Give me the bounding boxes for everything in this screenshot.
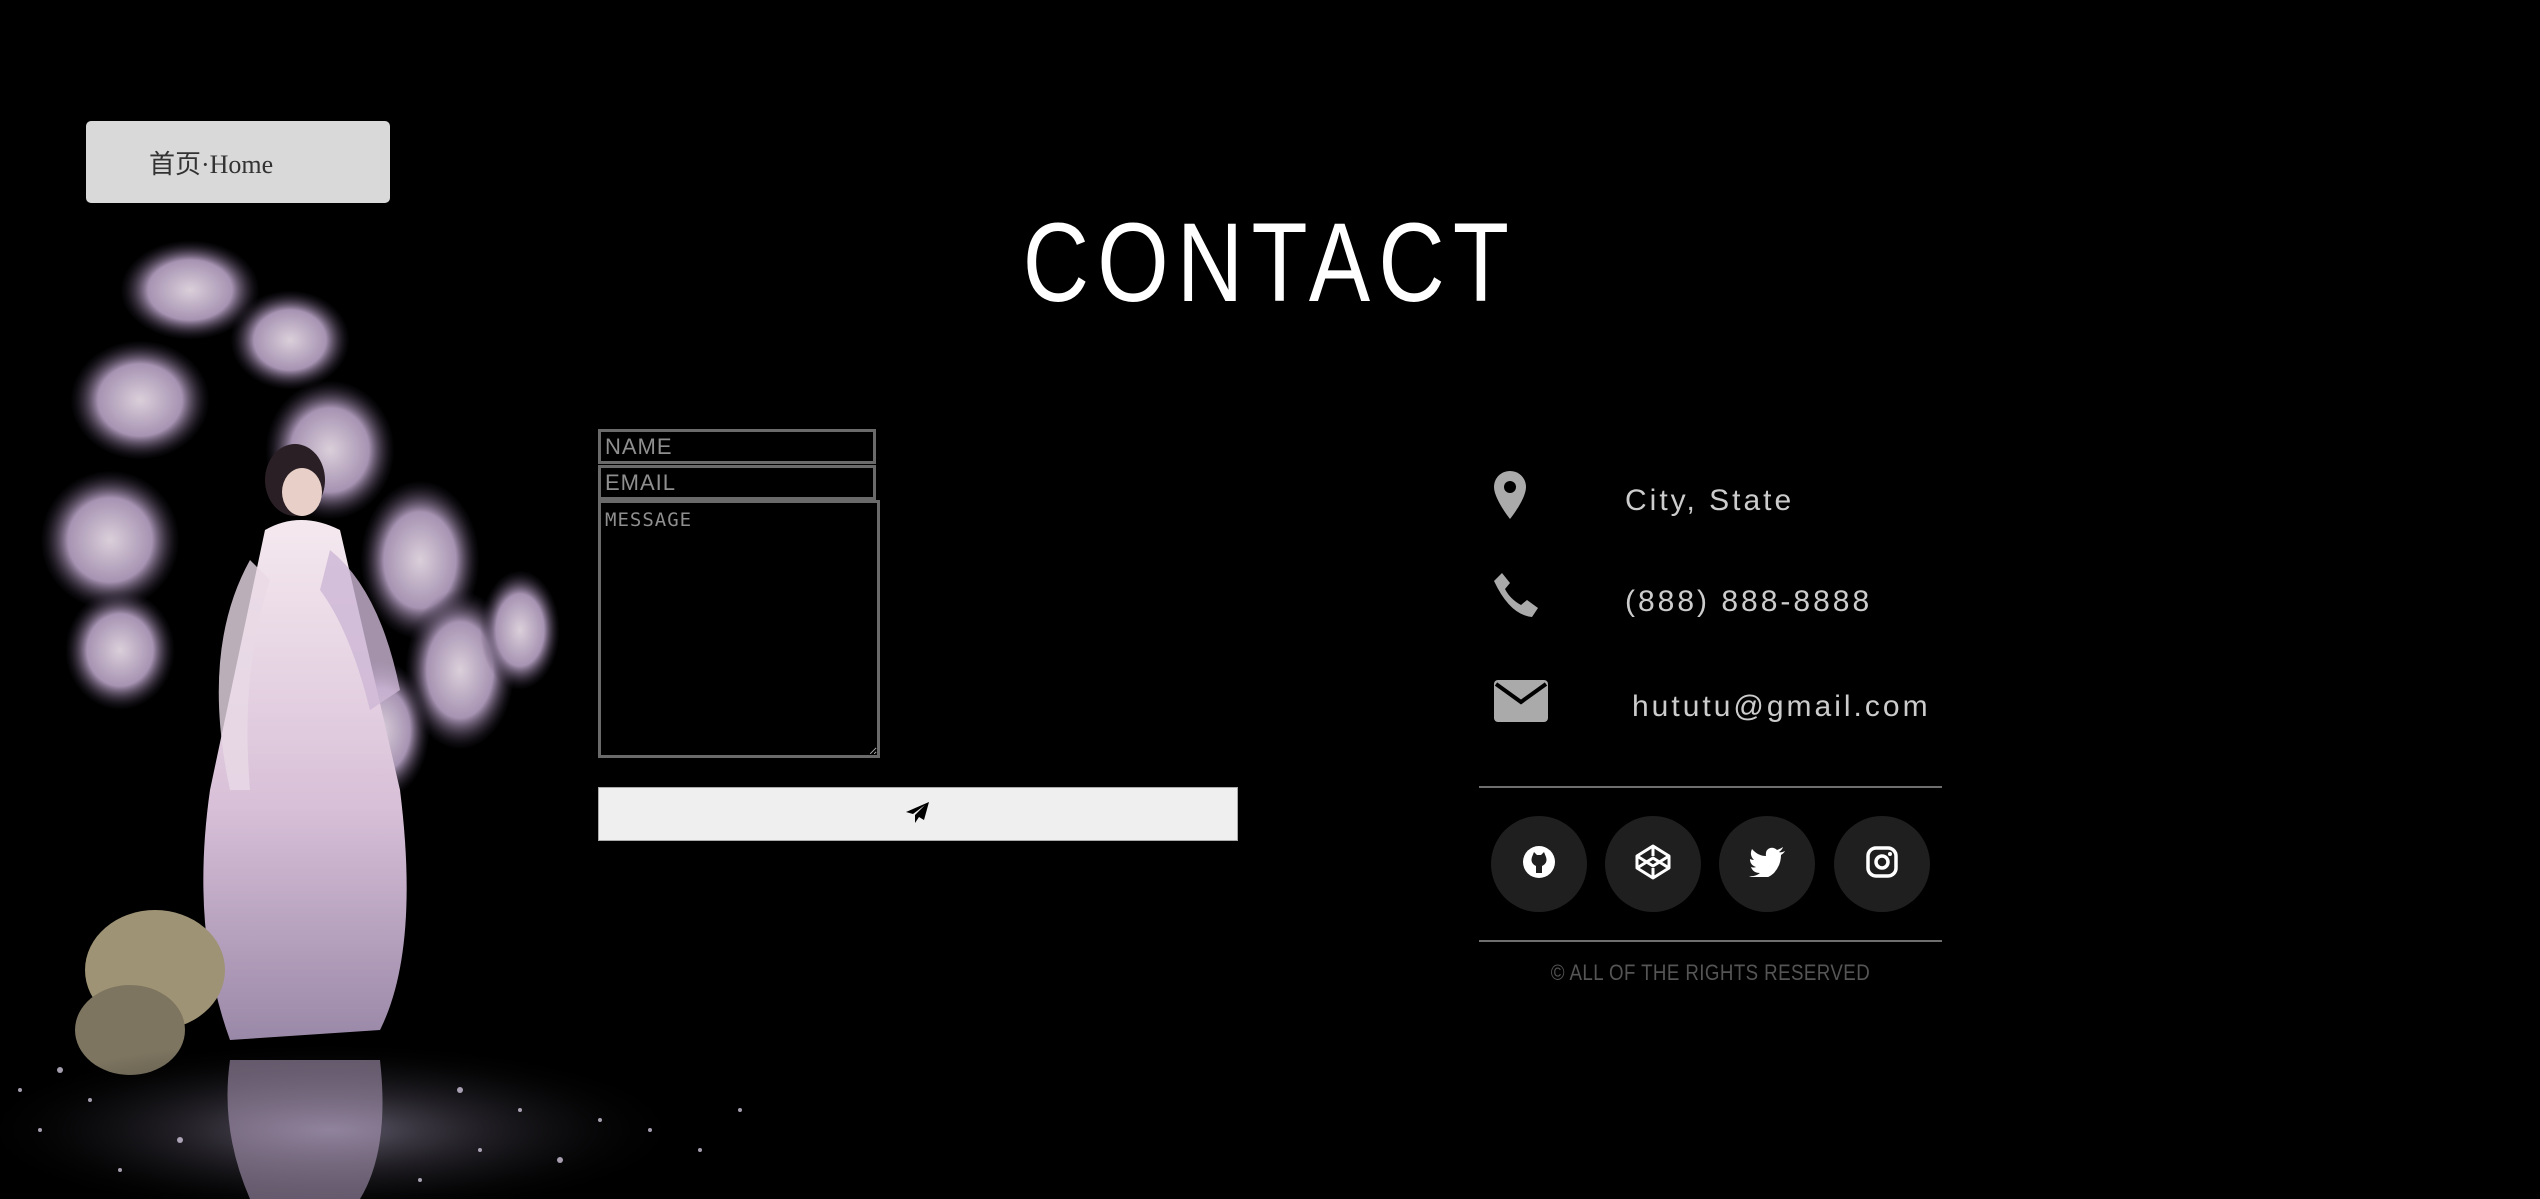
- send-button[interactable]: [598, 787, 1238, 841]
- phone-text: (888) 888-8888: [1625, 585, 1873, 618]
- location-text: City, State: [1625, 484, 1795, 517]
- message-textarea[interactable]: [598, 500, 880, 758]
- paper-plane-icon: [906, 801, 930, 827]
- map-marker-icon: [1494, 471, 1526, 524]
- envelope-icon: [1494, 680, 1548, 727]
- instagram-icon: [1866, 845, 1898, 883]
- page-title: CONTACT: [1022, 200, 1518, 325]
- email-text: hututu@gmail.com: [1632, 690, 1931, 723]
- instagram-link[interactable]: [1834, 816, 1930, 912]
- twitter-icon: [1749, 846, 1785, 882]
- codepen-icon: [1635, 844, 1671, 885]
- codepen-link[interactable]: [1605, 816, 1701, 912]
- email-input[interactable]: [598, 465, 876, 500]
- github-link[interactable]: [1491, 816, 1587, 912]
- phone-icon: [1494, 573, 1538, 622]
- divider-bottom: [1479, 940, 1942, 942]
- name-input[interactable]: [598, 429, 876, 464]
- github-icon: [1522, 845, 1556, 884]
- copyright-text: © ALL OF THE RIGHTS RESERVED: [1550, 960, 1871, 985]
- divider-top: [1479, 786, 1942, 788]
- twitter-link[interactable]: [1719, 816, 1815, 912]
- home-button[interactable]: 首页·Home: [86, 121, 390, 203]
